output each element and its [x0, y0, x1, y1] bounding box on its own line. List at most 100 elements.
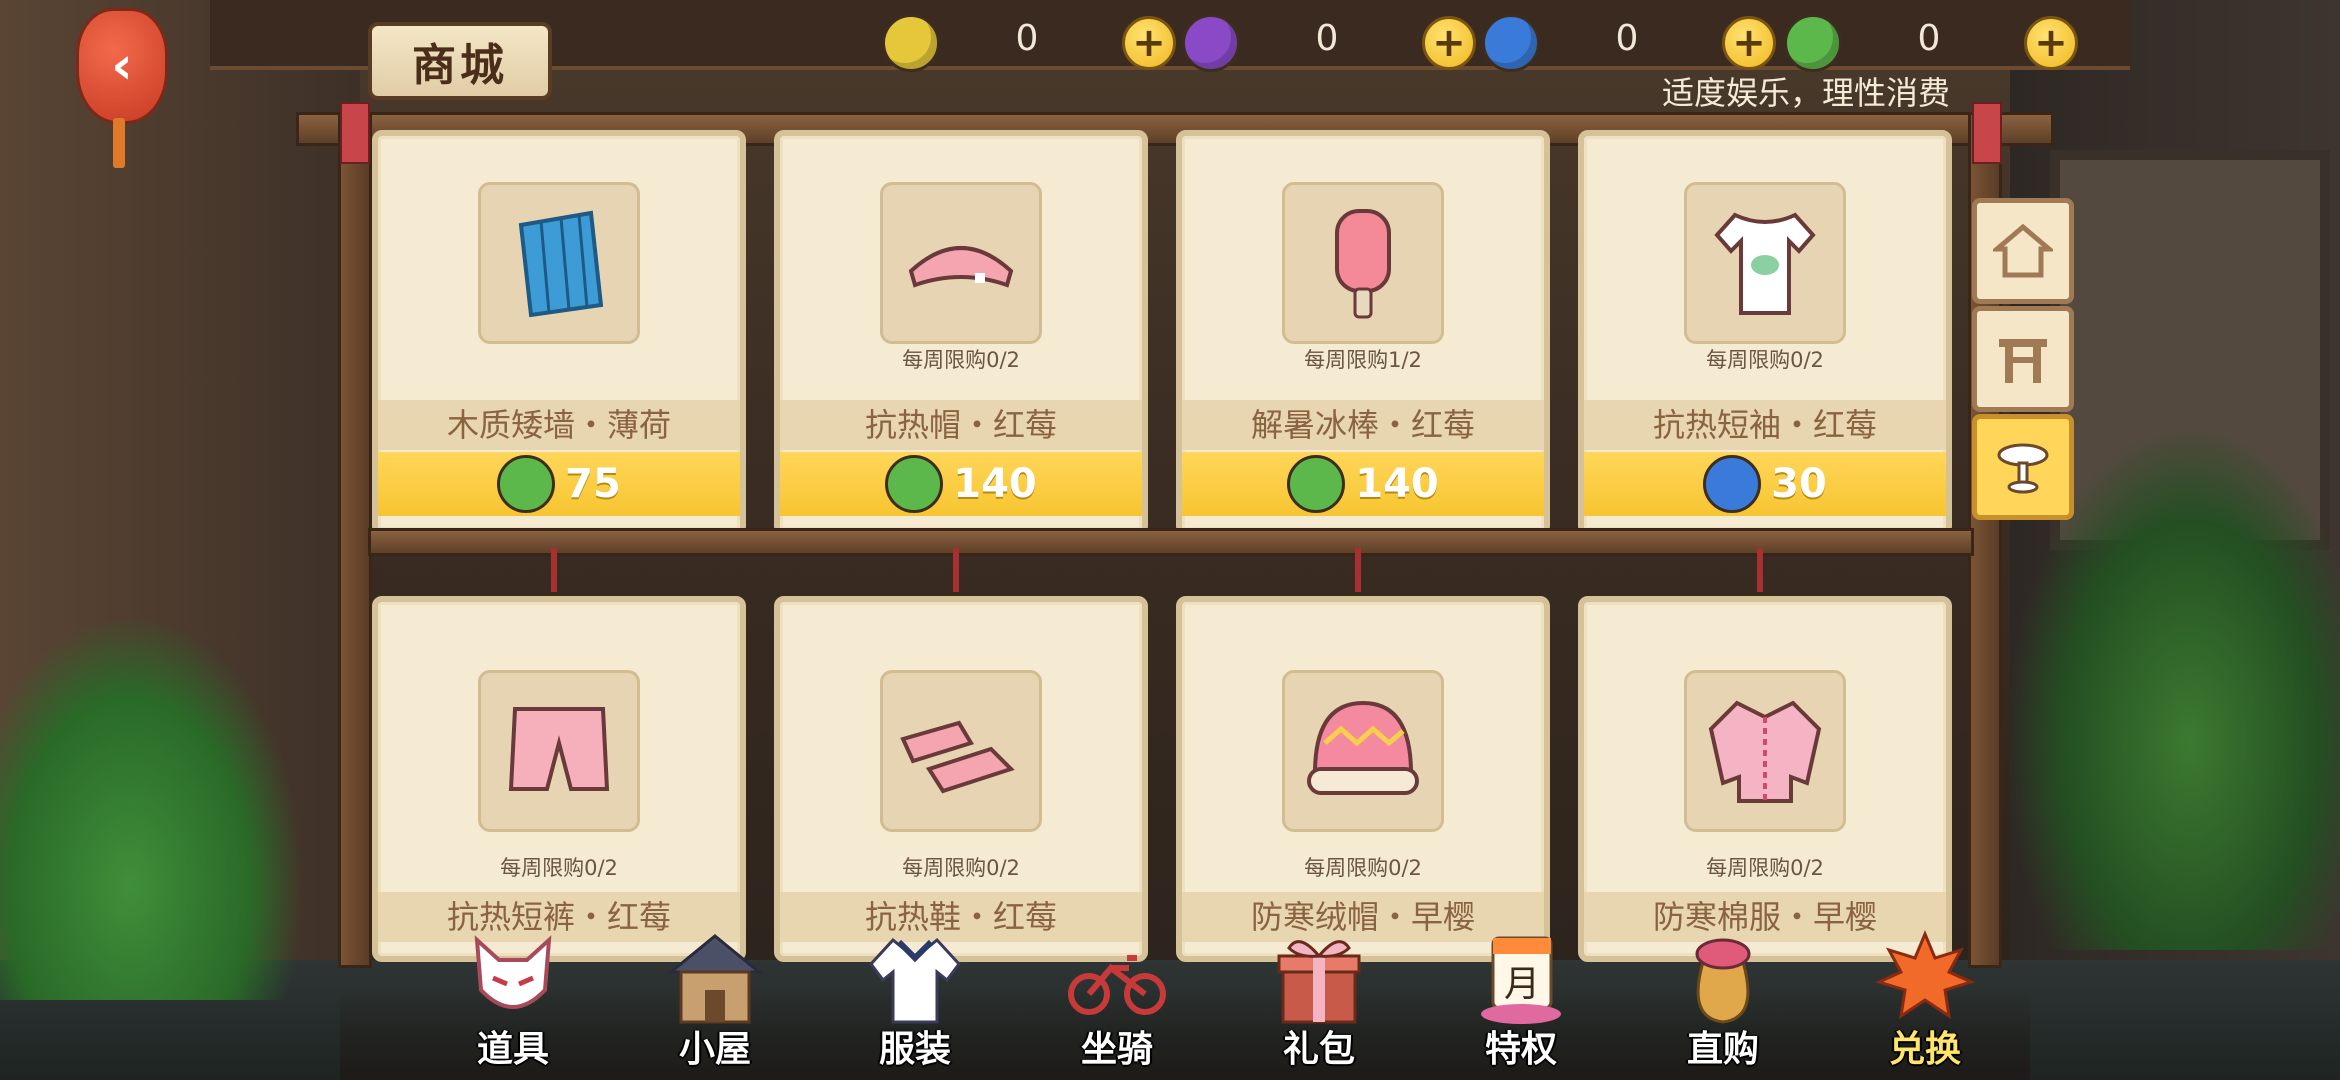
category-tab-house[interactable] [1972, 198, 2074, 304]
card-hanger [953, 548, 959, 592]
nav-label: 兑换 [1888, 1029, 1961, 1070]
currency-yellow: 0 + [882, 14, 1182, 72]
product-card[interactable]: 每周限购0/2 抗热帽・红莓 140 [774, 130, 1148, 536]
purple-leaf-icon [1182, 14, 1240, 72]
shelf-middle-beam [368, 528, 1974, 556]
price-value: 140 [953, 461, 1037, 507]
currency-value: 0 [1615, 18, 1639, 59]
nav-label: 道具 [476, 1029, 549, 1070]
lantern-tassel [113, 118, 125, 168]
month-card-badge: 月 [1504, 964, 1540, 1005]
product-card[interactable]: 每周限购0/2 防寒棉服・早樱 [1578, 596, 1952, 962]
product-name: 抗热帽・红莓 [780, 400, 1142, 450]
shorts-icon [508, 707, 610, 791]
month-card-icon: 月 [1481, 936, 1561, 1024]
nav-direct-buy[interactable]: 直购 [1648, 920, 1798, 1080]
blue-leaf-icon [1482, 14, 1540, 72]
back-button[interactable]: ‹ [76, 8, 168, 124]
price-tag: 30 [1584, 452, 1946, 516]
product-name: 解暑冰棒・红莓 [1182, 400, 1544, 450]
card-hanger [1355, 548, 1361, 592]
nav-cabin[interactable]: 小屋 [640, 920, 790, 1080]
card-hanger [1757, 548, 1763, 592]
yellow-leaf-icon [882, 14, 940, 72]
product-thumb [1684, 670, 1846, 832]
price-value: 30 [1771, 461, 1827, 507]
product-card[interactable]: 每周限购0/2 抗热短袖・红莓 30 [1578, 130, 1952, 536]
purchase-limit: 每周限购0/2 [902, 856, 1020, 880]
purchase-limit: 每周限购0/2 [1706, 856, 1824, 880]
price-tag: 140 [1182, 452, 1544, 516]
purchase-limit: 每周限购0/2 [500, 856, 618, 880]
banner-right [1972, 102, 2002, 164]
nav-items[interactable]: 道具 [438, 920, 588, 1080]
product-thumb [880, 182, 1042, 344]
nav-gift-pack[interactable]: 礼包 [1244, 920, 1394, 1080]
gaming-notice: 适度娱乐，理性消费 [1662, 74, 1951, 112]
cap-icon [908, 246, 1014, 288]
green-leaf-icon [1287, 455, 1346, 513]
category-tab-gate[interactable] [1972, 306, 2074, 412]
nav-mount[interactable]: 坐骑 [1042, 920, 1192, 1080]
nav-label: 坐骑 [1080, 1029, 1153, 1070]
add-yellow-button[interactable]: + [1122, 16, 1176, 70]
purchase-limit: 每周限购0/2 [1304, 856, 1422, 880]
jacket-icon [1708, 700, 1822, 803]
purchase-limit: 每周限购0/2 [902, 348, 1020, 372]
price-tag: 140 [780, 452, 1142, 516]
purchase-limit: 每周限购1/2 [1304, 348, 1422, 372]
gate-icon [1999, 339, 2047, 383]
product-card[interactable]: 每周限购0/2 抗热鞋・红莓 [774, 596, 1148, 962]
product-thumb [1282, 670, 1444, 832]
currency-value: 0 [1015, 18, 1039, 59]
wall-icon [518, 210, 604, 318]
table-icon [1997, 443, 2049, 494]
maple-leaf-icon [1875, 930, 1975, 1020]
product-thumb [1684, 182, 1846, 344]
product-name: 抗热短袖・红莓 [1584, 400, 1946, 450]
green-leaf-icon [885, 455, 944, 513]
add-purple-button[interactable]: + [1422, 16, 1476, 70]
fox-mask-icon [474, 935, 552, 1009]
currency-value: 0 [1315, 18, 1339, 59]
product-thumb [478, 182, 640, 344]
product-card[interactable]: 每周限购1/2 解暑冰棒・红莓 140 [1176, 130, 1550, 536]
house-icon [1993, 223, 2053, 278]
product-card[interactable]: 木质矮墙・薄荷 75 [372, 130, 746, 536]
nav-clothing[interactable]: 服装 [840, 920, 990, 1080]
nav-label: 直购 [1686, 1029, 1759, 1070]
blue-leaf-icon [1703, 455, 1762, 513]
nav-label: 特权 [1484, 1029, 1557, 1070]
green-leaf-icon [497, 455, 556, 513]
product-card[interactable]: 每周限购0/2 抗热短裤・红莓 [372, 596, 746, 962]
product-thumb [880, 670, 1042, 832]
nav-label: 服装 [878, 1029, 951, 1070]
product-thumb [478, 670, 640, 832]
card-hanger [551, 548, 557, 592]
uniform-icon [869, 937, 961, 1024]
currency-value: 0 [1917, 18, 1941, 59]
add-green-button[interactable]: + [2024, 16, 2078, 70]
currency-blue: 0 + [1482, 14, 1782, 72]
currency-purple: 0 + [1182, 14, 1482, 72]
product-card[interactable]: 每周限购0/2 防寒绒帽・早樱 [1176, 596, 1550, 962]
shelf-post-left [338, 112, 372, 968]
treasure-bag-icon [1695, 938, 1751, 1024]
price-value: 75 [565, 461, 621, 507]
tshirt-icon [1714, 212, 1816, 315]
back-arrow-icon: ‹ [111, 36, 133, 96]
nav-privilege[interactable]: 月 特权 [1446, 920, 1596, 1080]
nav-label: 礼包 [1282, 1029, 1355, 1070]
product-thumb [1282, 182, 1444, 344]
bicycle-icon [1068, 955, 1166, 1015]
beanie-icon [1307, 700, 1419, 795]
add-blue-button[interactable]: + [1722, 16, 1776, 70]
banner-left [340, 102, 370, 164]
price-tag: 75 [378, 452, 740, 516]
product-name: 木质矮墙・薄荷 [378, 400, 740, 450]
category-tab-table[interactable] [1972, 414, 2074, 520]
nav-exchange[interactable]: 兑换 [1850, 920, 2000, 1080]
shoes-icon [900, 720, 1015, 794]
price-value: 140 [1355, 461, 1439, 507]
cabin-icon [666, 934, 764, 1024]
